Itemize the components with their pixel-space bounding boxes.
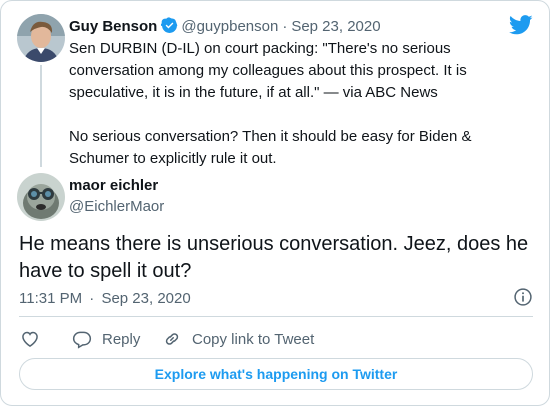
explore-label: Explore what's happening on Twitter [154,366,398,382]
copy-link-label: Copy link to Tweet [192,330,315,348]
quoted-tweet-text: Sen DURBIN (D-IL) on court packing: "The… [69,38,519,170]
twitter-logo-icon[interactable] [509,15,533,35]
tweet-date: Sep 23, 2020 [101,290,191,307]
verified-badge-icon [161,17,178,33]
avatar-image [17,14,65,62]
reply-button[interactable]: Reply [72,328,140,350]
copy-link-button[interactable]: Copy link to Tweet [162,328,314,350]
text-line: Schumer to explicitly rule it out. [69,150,277,167]
explore-twitter-button[interactable]: Explore what's happening on Twitter [19,358,533,390]
reply-label: Reply [102,330,141,348]
author-handle[interactable]: @guypbenson [181,18,278,35]
text-line: He means there is unserious conversation… [19,233,529,255]
avatar-guy-benson[interactable] [17,14,65,62]
link-icon [165,333,179,345]
separator-dot: · [282,18,288,35]
author-name[interactable]: Guy Benson [69,18,157,35]
reply-icon [72,331,92,349]
text-line: conversation among my colleagues about t… [69,62,467,79]
text-line: speculative, it is in the future, if at … [69,84,438,101]
text-line: Sen DURBIN (D-IL) on court packing: "The… [69,40,451,57]
info-icon[interactable] [513,287,533,307]
author-name[interactable]: maor eichler [69,177,158,194]
like-button[interactable] [20,328,50,350]
divider [19,316,533,317]
tweet-date[interactable]: Sep 23, 2020 [291,18,380,35]
avatar-maor-eichler[interactable] [17,173,65,221]
text-line: have to spell it out? [19,260,192,282]
tweet-timestamp[interactable]: 11:31 PM · Sep 23, 2020 [19,290,191,307]
separator-dot: · [89,290,95,307]
avatar-image [17,173,65,221]
author-handle[interactable]: @EichlerMaor [69,198,164,215]
thread-connector-line [40,65,42,167]
text-line: No serious conversation? Then it should … [69,128,472,145]
tweet-embed-card: Guy Benson @guypbenson · Sep 23, 2020 Sen D… [0,0,550,406]
heart-icon [22,331,38,347]
reply-tweet-text: He means there is unserious conversation… [19,231,539,285]
quoted-tweet-header: Guy Benson @guypbenson · Sep 23, 2020 [69,17,381,36]
reply-author-name-row: maor eichler [69,177,158,195]
reply-author-handle-row: @EichlerMaor [69,198,164,216]
tweet-time: 11:31 PM [19,290,83,307]
